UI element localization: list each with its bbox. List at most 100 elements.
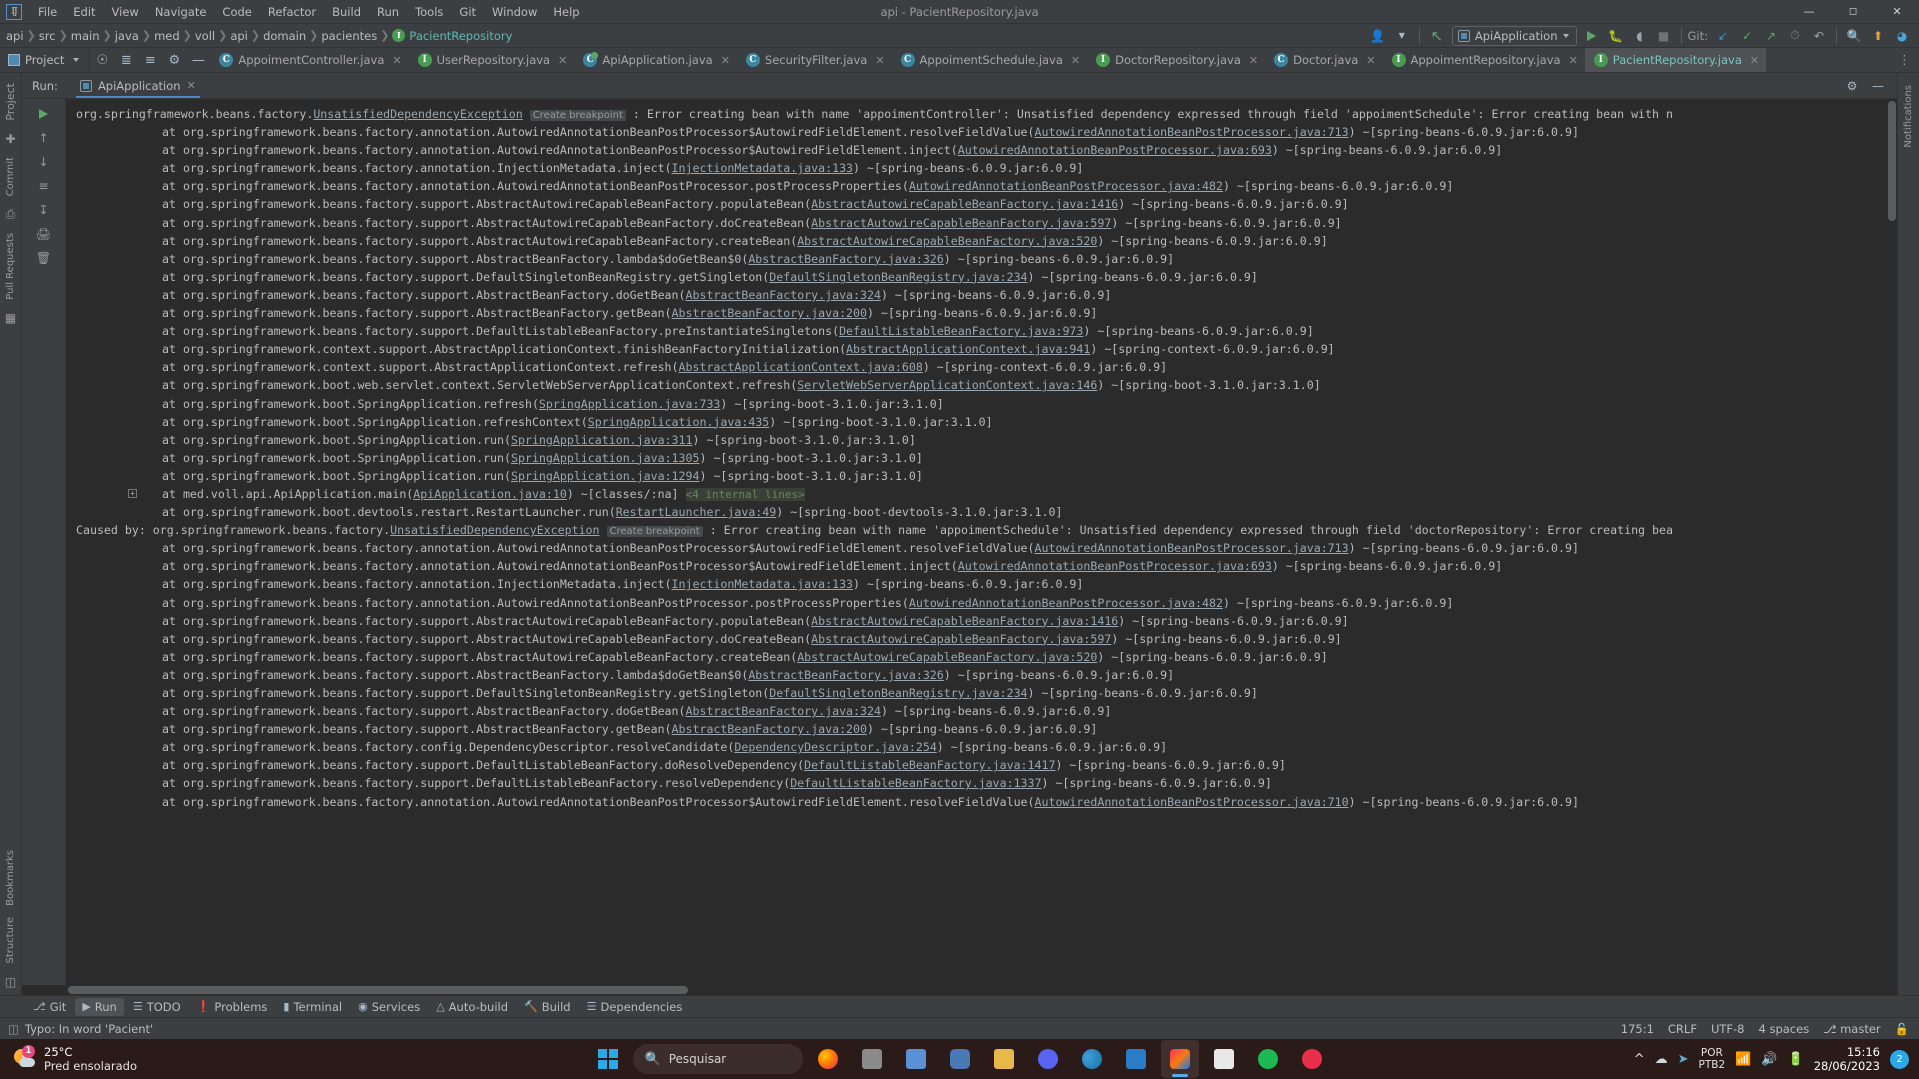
editor-tab-appoimentschedule[interactable]: C AppoimentSchedule.java ✕: [892, 48, 1088, 72]
project-tool-button[interactable]: Project: [0, 48, 91, 72]
close-icon[interactable]: ✕: [392, 54, 401, 67]
stacktrace-link[interactable]: SpringApplication.java:1294: [511, 469, 699, 483]
stacktrace-link[interactable]: SpringApplication.java:435: [588, 415, 769, 429]
stacktrace-link[interactable]: AbstractAutowireCapableBeanFactory.java:…: [811, 632, 1111, 646]
notion-app[interactable]: [1205, 1040, 1243, 1078]
stacktrace-link[interactable]: AutowiredAnnotationBeanPostProcessor.jav…: [1035, 125, 1349, 139]
fold-marker[interactable]: +: [128, 488, 137, 498]
close-button[interactable]: ✕: [1875, 0, 1919, 23]
stacktrace-link[interactable]: ApiApplication.java:10: [413, 487, 567, 501]
maximize-button[interactable]: ◻: [1831, 0, 1875, 23]
toolwindow-build[interactable]: 🔨 Build: [517, 998, 578, 1016]
scrollbar-thumb[interactable]: [68, 986, 688, 994]
stacktrace-link[interactable]: SpringApplication.java:733: [539, 397, 720, 411]
discord-app[interactable]: [1029, 1040, 1067, 1078]
toolwindow-terminal[interactable]: ▮ Terminal: [276, 998, 349, 1016]
scroll-up-icon[interactable]: ↑: [33, 127, 55, 149]
wifi-icon[interactable]: 📶: [1735, 1052, 1751, 1067]
close-icon[interactable]: ✕: [875, 54, 884, 67]
close-icon[interactable]: ✕: [1366, 54, 1375, 67]
stacktrace-link[interactable]: AutowiredAnnotationBeanPostProcessor.jav…: [909, 179, 1223, 193]
scroll-to-end-icon[interactable]: ↧: [33, 199, 55, 221]
breadcrumb-pacientes[interactable]: pacientes: [321, 29, 377, 43]
menu-run[interactable]: Run: [369, 2, 407, 22]
close-icon[interactable]: ✕: [1750, 54, 1759, 67]
taskbar-clock[interactable]: 15:16 28/06/2023: [1814, 1045, 1880, 1074]
stacktrace-link[interactable]: AbstractBeanFactory.java:324: [686, 288, 881, 302]
caret-position[interactable]: 175:1: [1621, 1022, 1654, 1036]
start-button[interactable]: [589, 1040, 627, 1078]
exception-link[interactable]: UnsatisfiedDependencyException: [390, 523, 599, 537]
breadcrumb-current-file[interactable]: I PacientRepository: [392, 29, 512, 43]
stacktrace-link[interactable]: AbstractAutowireCapableBeanFactory.java:…: [797, 234, 1097, 248]
soft-wrap-icon[interactable]: ≡: [33, 175, 55, 197]
scroll-down-icon[interactable]: ↓: [33, 151, 55, 173]
sidebar-item-bookmarks[interactable]: Bookmarks: [5, 844, 16, 912]
breadcrumb-src[interactable]: src: [39, 29, 56, 43]
stacktrace-link[interactable]: AbstractBeanFactory.java:324: [686, 704, 881, 718]
stacktrace-link[interactable]: DefaultSingletonBeanRegistry.java:234: [769, 686, 1027, 700]
toolwindow-dependencies[interactable]: ☰ Dependencies: [580, 998, 690, 1016]
editor-tab-appoimentrepository[interactable]: I AppoimentRepository.java ✕: [1383, 48, 1585, 72]
git-pull-icon[interactable]: ↙: [1712, 26, 1734, 46]
editor-tab-doctorrepository[interactable]: I DoctorRepository.java ✕: [1087, 48, 1265, 72]
onedrive-icon[interactable]: ☁: [1655, 1052, 1668, 1067]
update-project-icon[interactable]: ↖: [1426, 26, 1448, 46]
collapse-all-icon[interactable]: ≡: [138, 48, 162, 72]
stacktrace-link[interactable]: DefaultListableBeanFactory.java:973: [839, 324, 1083, 338]
breadcrumb-main[interactable]: main: [71, 29, 100, 43]
menu-view[interactable]: View: [104, 2, 147, 22]
close-icon[interactable]: ✕: [1071, 54, 1080, 67]
git-push-icon[interactable]: ↗: [1760, 26, 1782, 46]
run-tab-apiapplication[interactable]: ApiApplication ✕: [72, 73, 204, 98]
sidebar-item-commit[interactable]: Commit: [5, 151, 16, 202]
console-vertical-scrollbar[interactable]: [1887, 99, 1897, 985]
pull-requests-icon[interactable]: ⎙: [6, 202, 16, 227]
notifications-icon[interactable]: ⬆: [1867, 26, 1889, 46]
lock-icon[interactable]: 🔓: [1895, 1022, 1909, 1036]
stop-icon[interactable]: ■: [1653, 26, 1675, 46]
editor-tab-userrepository[interactable]: I UserRepository.java ✕: [409, 48, 575, 72]
user-avatar-icon[interactable]: 👤: [1367, 26, 1389, 46]
stacktrace-link[interactable]: AutowiredAnnotationBeanPostProcessor.jav…: [1035, 795, 1349, 809]
toolwindow-autobuild[interactable]: △ Auto-build: [429, 998, 515, 1016]
stacktrace-link[interactable]: AbstractAutowireCapableBeanFactory.java:…: [811, 216, 1111, 230]
stacktrace-link[interactable]: AbstractApplicationContext.java:941: [846, 342, 1090, 356]
stacktrace-link[interactable]: SpringApplication.java:311: [511, 433, 692, 447]
console-output[interactable]: org.springframework.beans.factory.Unsati…: [66, 99, 1897, 985]
exception-link[interactable]: UnsatisfiedDependencyException: [313, 107, 522, 121]
close-icon[interactable]: ✕: [1249, 54, 1258, 67]
breadcrumb-med[interactable]: med: [154, 29, 180, 43]
weather-widget[interactable]: 1 25°C Pred ensolarado: [0, 1044, 137, 1074]
stacktrace-link[interactable]: AbstractBeanFactory.java:200: [672, 306, 867, 320]
locate-file-icon[interactable]: ☉: [90, 48, 114, 72]
fold-placeholder[interactable]: <4 internal lines>: [685, 487, 805, 501]
editor-tab-apiapplication[interactable]: C ApiApplication.java ✕: [574, 48, 737, 72]
scrollbar-thumb[interactable]: [1888, 101, 1896, 221]
edge-app[interactable]: [1073, 1040, 1111, 1078]
hide-panel-icon[interactable]: —: [1867, 76, 1889, 96]
ide-settings-icon[interactable]: ◕: [1891, 26, 1913, 46]
editor-tab-securityfilter[interactable]: C SecurityFilter.java ✕: [737, 48, 892, 72]
minimize-button[interactable]: —: [1787, 0, 1831, 23]
notification-badge[interactable]: 2: [1890, 1049, 1909, 1069]
breadcrumb-api[interactable]: api: [6, 29, 24, 43]
hide-panel-icon[interactable]: —: [186, 48, 210, 72]
indent-setting[interactable]: 4 spaces: [1758, 1022, 1809, 1036]
rerun-icon[interactable]: [33, 103, 55, 125]
menu-file[interactable]: File: [30, 2, 65, 22]
search-everywhere-icon[interactable]: 🔍: [1843, 26, 1865, 46]
stacktrace-link[interactable]: InjectionMetadata.java:133: [672, 577, 853, 591]
git-commit-icon[interactable]: ✓: [1736, 26, 1758, 46]
menu-git[interactable]: Git: [451, 2, 484, 22]
stacktrace-link[interactable]: AutowiredAnnotationBeanPostProcessor.jav…: [909, 596, 1223, 610]
stacktrace-link[interactable]: InjectionMetadata.java:133: [672, 161, 853, 175]
toolwindow-todo[interactable]: ☰ TODO: [126, 998, 188, 1016]
battery-icon[interactable]: 🔋: [1788, 1052, 1804, 1067]
more-options-icon[interactable]: ⋮: [1898, 53, 1911, 68]
close-icon[interactable]: ✕: [187, 79, 196, 92]
menu-edit[interactable]: Edit: [65, 2, 103, 22]
breadcrumb-java[interactable]: java: [115, 29, 139, 43]
print-icon[interactable]: 🖨: [33, 223, 55, 245]
editor-tab-pacientrepository[interactable]: I PacientRepository.java ✕: [1584, 48, 1767, 72]
